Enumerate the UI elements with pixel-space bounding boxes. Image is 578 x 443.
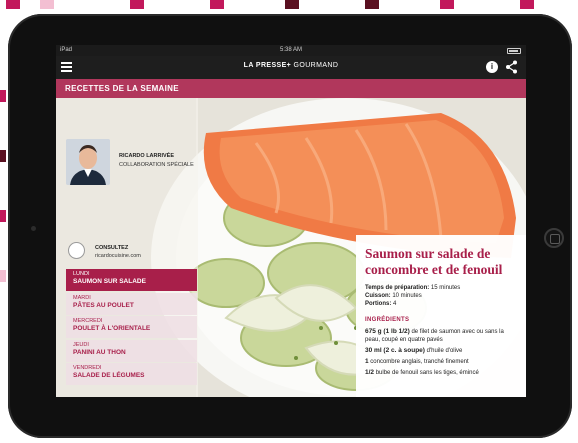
- portions-value: 4: [393, 301, 397, 307]
- front-camera: [31, 226, 36, 231]
- recipe-title: Saumon sur salade de concombre et de fen…: [365, 246, 503, 277]
- day-dish: SAUMON SUR SALADE: [73, 278, 146, 285]
- ingredients-heading: INGRÉDIENTS: [365, 317, 410, 323]
- app-title: LA PRESSE+ GOURMAND: [56, 62, 526, 69]
- day-item-mardi[interactable]: MARDI PÂTES AU POULET: [66, 292, 197, 315]
- decorative-dash: [520, 0, 534, 9]
- cook-value: 10 minutes: [392, 293, 422, 299]
- section-title: RECETTES DE LA SEMAINE: [56, 79, 526, 98]
- ingredient-item: 675 g (1 lb 1/2) de filet de saumon avec…: [365, 328, 516, 344]
- decorative-dash: [440, 0, 454, 9]
- screenshot-stage: iPad 5:38 AM LA PRESSE+ GOURMAND i RECET…: [0, 0, 578, 443]
- decorative-dash: [0, 90, 6, 102]
- ingredient-text: bulbe de fenouil sans les tiges, émincé: [374, 370, 479, 376]
- recipe-card[interactable]: Saumon sur salade de concombre et de fen…: [356, 235, 526, 397]
- battery-icon: [507, 48, 521, 54]
- decorative-dash: [0, 210, 6, 222]
- prep-time: Temps de préparation: 15 minutes: [365, 284, 516, 292]
- day-name: MARDI: [73, 294, 91, 301]
- info-icon[interactable]: i: [486, 61, 498, 73]
- day-dish: POULET À L'ORIENTALE: [73, 325, 151, 333]
- day-name: LUNDI: [73, 271, 90, 277]
- portions: Portions: 4: [365, 300, 516, 308]
- author-name: RICARDO LARRIVÉE: [119, 153, 175, 159]
- home-button[interactable]: [544, 228, 564, 248]
- ingredient-qty: 675 g (1 lb 1/2): [365, 328, 410, 335]
- ingredient-text: concombre anglais, tranché finement: [368, 359, 469, 365]
- prep-label: Temps de préparation:: [365, 285, 430, 291]
- day-item-jeudi[interactable]: JEUDI PANINI AU THON: [66, 339, 197, 362]
- day-name: JEUDI: [73, 341, 89, 348]
- ingredient-qty: 30 ml (2 c. à soupe): [365, 347, 425, 354]
- decorative-dash: [285, 0, 299, 9]
- ingredient-item: 1/2 bulbe de fenouil sans les tiges, émi…: [365, 369, 516, 377]
- tablet-screen: iPad 5:38 AM LA PRESSE+ GOURMAND i RECET…: [56, 45, 526, 397]
- author-avatar: [66, 139, 110, 185]
- status-time: 5:38 AM: [279, 47, 302, 53]
- ingredient-text: d'huile d'olive: [424, 348, 463, 354]
- weekly-recipe-list: LUNDI SAUMON SUR SALADE MARDI PÂTES AU P…: [66, 269, 197, 387]
- decorative-dash: [365, 0, 379, 9]
- day-item-vendredi[interactable]: VENDREDI SALADE DE LÉGUMES: [66, 363, 197, 386]
- decorative-dash: [210, 0, 224, 9]
- ingredient-item: 1 concombre anglais, tranché finement: [365, 358, 516, 366]
- day-item-lundi[interactable]: LUNDI SAUMON SUR SALADE: [66, 269, 197, 291]
- decorative-dash: [130, 0, 144, 9]
- ingredient-item: 30 ml (2 c. à soupe) d'huile d'olive: [365, 347, 516, 355]
- cook-label: Cuisson:: [365, 293, 391, 299]
- author-role: COLLABORATION SPÉCIALE: [119, 162, 194, 168]
- app-title-sub: GOURMAND: [291, 62, 339, 69]
- ricardo-logo-icon[interactable]: [68, 242, 85, 259]
- prep-value: 15 minutes: [430, 285, 461, 291]
- day-item-mercredi[interactable]: MERCREDI POULET À L'ORIENTALE: [66, 316, 197, 339]
- decorative-dash: [0, 150, 6, 162]
- decorative-dash: [6, 0, 20, 9]
- decorative-dash: [0, 270, 6, 282]
- status-bar: iPad 5:38 AM: [56, 45, 526, 56]
- app-title-main: LA PRESSE+: [243, 62, 292, 69]
- cook-time: Cuisson: 10 minutes: [365, 292, 516, 300]
- day-dish: SALADE DE LÉGUMES: [73, 372, 145, 380]
- portions-label: Portions:: [365, 301, 392, 307]
- ingredient-qty: 1/2: [365, 369, 375, 376]
- consult-label: CONSULTEZ: [95, 245, 129, 251]
- decorative-dash: [40, 0, 54, 9]
- day-dish: PÂTES AU POULET: [73, 301, 134, 309]
- share-icon[interactable]: [505, 60, 518, 74]
- app-header: LA PRESSE+ GOURMAND i: [56, 56, 526, 79]
- day-dish: PANINI AU THON: [73, 348, 126, 356]
- author-avatar-image: [66, 139, 110, 185]
- consult-link[interactable]: ricardocuisine.com: [95, 253, 141, 259]
